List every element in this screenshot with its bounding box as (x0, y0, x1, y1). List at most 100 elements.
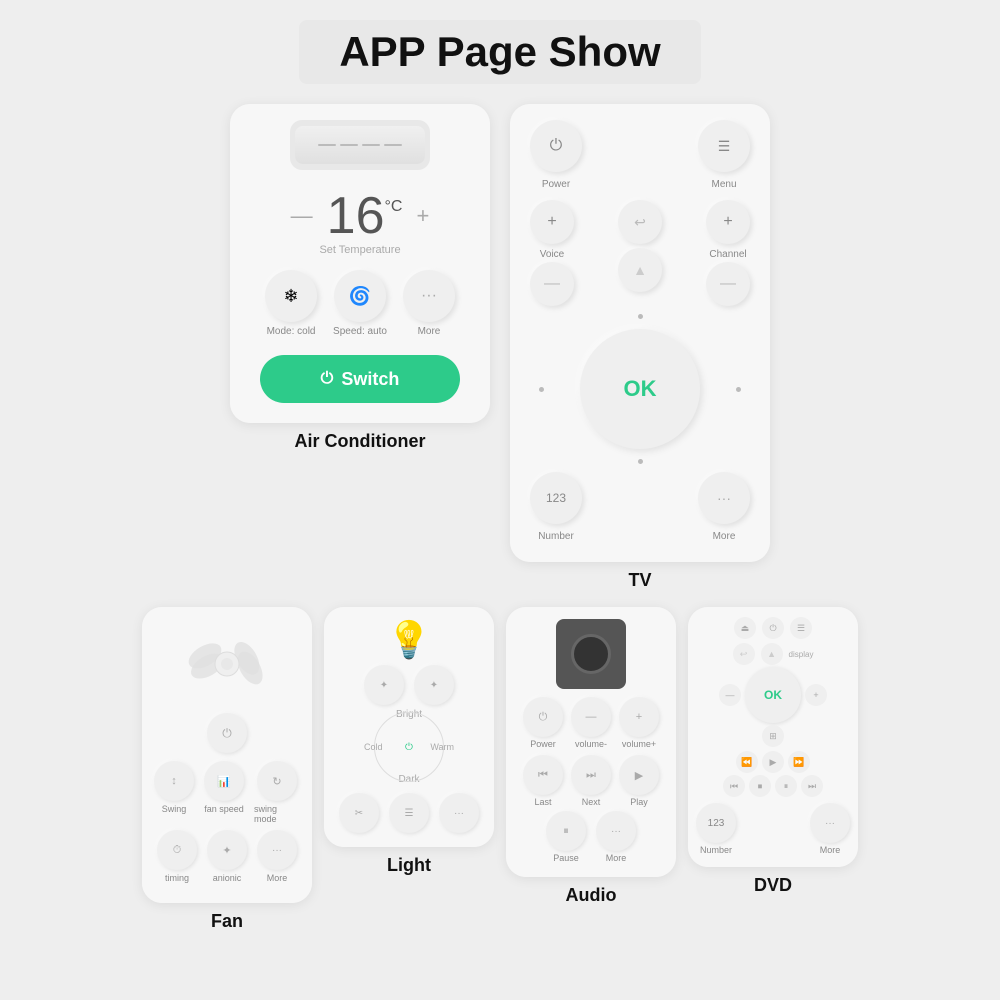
dvd-pause-btn[interactable]: ⏸ (775, 775, 797, 797)
tv-more-label: More (713, 531, 736, 542)
ac-set-label: Set Temperature (319, 244, 400, 256)
dvd-more-text: ··· (825, 818, 835, 829)
ac-minus-icon[interactable]: — (291, 203, 313, 229)
audio-next-btn[interactable]: ⏭ (571, 755, 611, 795)
ac-speed-btn[interactable]: 🌀 Speed: auto (333, 270, 387, 337)
audio-inner: ⏻ Power — volume- + (506, 607, 676, 877)
dvd-rew-btn[interactable]: ⏪ (736, 751, 758, 773)
tv-number-label: Number (538, 531, 574, 542)
fan-speed-btn[interactable]: 📊 (204, 761, 244, 801)
tv-number-btn[interactable]: 123 (530, 472, 582, 524)
dvd-volminus-btn[interactable]: — (719, 684, 741, 706)
tv-voice-col: + Voice — (530, 200, 574, 306)
ac-card: — 16 °C + Set Temperature ❄ (230, 104, 490, 591)
audio-speaker-image (556, 619, 626, 689)
audio-card: ⏻ Power — volume- + (506, 607, 676, 932)
fan-anionic-btn[interactable]: ✦ (207, 830, 247, 870)
ac-more-circle[interactable]: ··· (403, 270, 455, 322)
tv-channel-minus[interactable]: — (706, 262, 750, 306)
tv-dot-row: OK (539, 321, 741, 457)
audio-last-btn[interactable]: ⏮ (523, 755, 563, 795)
ac-more-btn[interactable]: ··· More (403, 270, 455, 337)
dvd-card-inner: ⏏ ⏻ ☰ ↩ (688, 607, 858, 867)
dvd-up-btn[interactable]: ▲ (761, 643, 783, 665)
switch-button[interactable]: ⏻ Switch (260, 355, 460, 403)
tv-menu-label: Menu (711, 179, 736, 190)
tv-menu-btn[interactable]: ☰ (698, 120, 750, 172)
dvd-next-btn[interactable]: ⏭ (801, 775, 823, 797)
dvd-card: ⏏ ⏻ ☰ ↩ (688, 607, 858, 932)
ac-vent-line (340, 144, 358, 146)
tv-back-btn[interactable]: ↩ (618, 200, 662, 244)
tv-dot-right (736, 387, 741, 392)
ac-speed-circle[interactable]: 🌀 (334, 270, 386, 322)
fan-mode-btn[interactable]: ↻ (257, 761, 297, 801)
fan-power-btn[interactable]: ⏻ (207, 713, 247, 753)
tv-voice-minus[interactable]: — (530, 262, 574, 306)
audio-play-btn[interactable]: ▶ (619, 755, 659, 795)
dvd-transport1: ⏪ ▶ ⏩ (736, 751, 810, 773)
dvd-grid-btn[interactable]: ⊞ (762, 725, 784, 747)
audio-volminus-btn[interactable]: — (571, 697, 611, 737)
dvd-number-btn[interactable]: 123 (696, 803, 736, 843)
tv-power-btn[interactable]: ⏻ (530, 120, 582, 172)
dvd-power-btn[interactable]: ⏻ (762, 617, 784, 639)
dvd-number-col: 123 Number (696, 803, 736, 855)
dvd-more-col: ··· More (810, 803, 850, 855)
light-scissors-btn[interactable]: ✂ (339, 793, 379, 833)
fan-swing-ctrl: ↕ Swing (154, 761, 194, 824)
dvd-fwd-btn[interactable]: ⏩ (788, 751, 810, 773)
audio-pause-btn[interactable]: ⏸ (546, 811, 586, 851)
dvd-back-btn[interactable]: ↩ (733, 643, 755, 665)
dvd-transport2: ⏮ ⏹ ⏸ ⏭ (723, 775, 823, 797)
dvd-play-btn[interactable]: ▶ (762, 751, 784, 773)
top-row: — 16 °C + Set Temperature ❄ (20, 104, 980, 591)
tv-inner: ⏻ Power ☰ Menu (510, 104, 770, 562)
dvd-prev-btn[interactable]: ⏮ (723, 775, 745, 797)
fan-more-btn[interactable]: ··· (257, 830, 297, 870)
ac-mode-label: Mode: cold (267, 326, 316, 337)
fan-speed-label: fan speed (204, 804, 244, 814)
dvd-volplus-btn[interactable]: + (805, 684, 827, 706)
ac-card-label: Air Conditioner (295, 431, 426, 452)
dvd-menu-btn[interactable]: ☰ (790, 617, 812, 639)
light-hue2[interactable]: ✦ (414, 665, 454, 705)
app-page: APP Page Show (0, 0, 1000, 1000)
dvd-more-btn[interactable]: ··· (810, 803, 850, 843)
ac-unit-image (290, 120, 430, 170)
light-warm-label: Warm (430, 742, 454, 752)
audio-power-btn[interactable]: ⏻ (523, 697, 563, 737)
ac-mode-btn[interactable]: ❄ Mode: cold (265, 270, 317, 337)
tv-ok-btn[interactable]: OK (580, 329, 700, 449)
dvd-eject-btn[interactable]: ⏏ (734, 617, 756, 639)
light-hue-row: ✦ ✦ (364, 665, 454, 705)
dvd-stop-btn[interactable]: ⏹ (749, 775, 771, 797)
light-more-btn[interactable]: ··· (439, 793, 479, 833)
audio-play-col: ▶ Play (619, 755, 659, 807)
light-hue1[interactable]: ✦ (364, 665, 404, 705)
tv-card-inner: ⏻ Power ☰ Menu (510, 104, 770, 562)
dvd-bottom-row: 123 Number ··· More (696, 803, 850, 855)
audio-volminus-col: — volume- (571, 697, 611, 749)
tv-voice-plus[interactable]: + (530, 200, 574, 244)
dvd-number-text: 123 (708, 818, 725, 829)
ac-plus-icon[interactable]: + (416, 203, 429, 229)
light-lock-btn[interactable]: ☰ (389, 793, 429, 833)
dvd-ok-btn[interactable]: OK (745, 667, 801, 723)
tv-ok-section: OK (530, 314, 750, 464)
dvd-top-row: ⏏ ⏻ ☰ (734, 617, 812, 639)
fan-swing-btn[interactable]: ↕ (154, 761, 194, 801)
tv-ok-text: OK (624, 376, 657, 402)
fan-card: ⏻ ↕ Swing 📊 (142, 607, 312, 932)
tv-nav-center: ↩ ▲ (618, 200, 662, 292)
audio-volplus-btn[interactable]: + (619, 697, 659, 737)
tv-more-btn[interactable]: ··· (698, 472, 750, 524)
ac-mode-circle[interactable]: ❄ (265, 270, 317, 322)
tv-up-btn[interactable]: ▲ (618, 248, 662, 292)
audio-more-btn[interactable]: ··· (596, 811, 636, 851)
tv-channel-plus[interactable]: + (706, 200, 750, 244)
fan-timing-btn[interactable]: ⏱ (157, 830, 197, 870)
bottom-row: ⏻ ↕ Swing 📊 (20, 607, 980, 932)
tv-number-col: 123 Number (530, 472, 582, 542)
ac-temp-display: 16 °C (327, 190, 403, 242)
